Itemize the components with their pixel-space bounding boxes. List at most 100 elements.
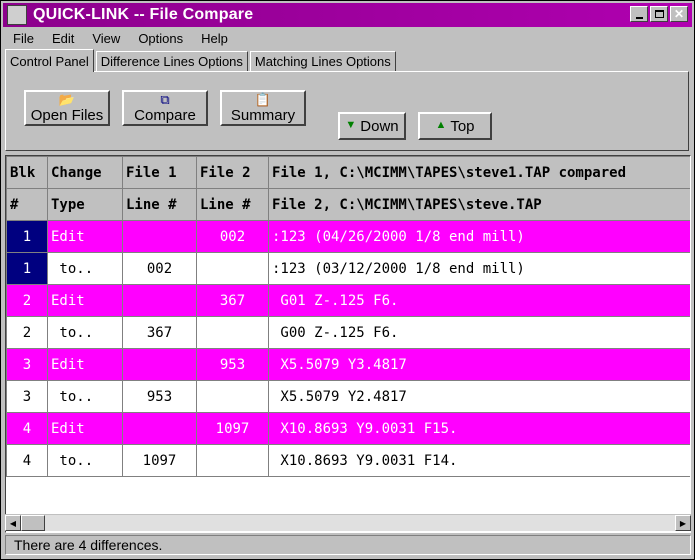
tab-control-panel[interactable]: Control Panel <box>5 49 94 72</box>
folder-icon: 📂 <box>58 91 76 107</box>
header-row-2: # Type Line # Line # File 2, C:\MCIMM\TA… <box>6 188 690 221</box>
header-cell[interactable]: Type <box>47 188 123 221</box>
file2-line-cell[interactable] <box>196 380 269 413</box>
menu-edit[interactable]: Edit <box>42 31 82 46</box>
down-arrow-icon: ▼ <box>345 119 357 131</box>
header-cell[interactable]: File 2 <box>196 156 269 189</box>
compare-icon: ⧉ <box>160 91 170 107</box>
type-cell[interactable]: Edit <box>47 284 123 317</box>
menu-file[interactable]: File <box>3 31 42 46</box>
type-cell[interactable]: to.. <box>47 380 123 413</box>
blk-cell[interactable]: 3 <box>6 380 48 413</box>
summary-button[interactable]: 📋 Summary <box>220 90 306 126</box>
header-cell[interactable]: File 1, C:\MCIMM\TAPES\steve1.TAP compar… <box>268 156 690 189</box>
scroll-thumb[interactable] <box>21 515 45 531</box>
title-bar: QUICK-LINK -- File Compare ✕ <box>3 3 692 27</box>
table-row[interactable]: 1 to.. 002 :123 (03/12/2000 1/8 end mill) <box>6 252 690 285</box>
control-panel: 📂 Open Files ⧉ Compare 📋 Summary ▼ Down … <box>5 71 689 151</box>
header-cell[interactable]: File 1 <box>122 156 197 189</box>
summary-icon: 📋 <box>254 91 272 107</box>
open-files-label: Open Files <box>30 106 104 124</box>
app-icon[interactable] <box>7 5 27 25</box>
down-button[interactable]: ▼ Down <box>338 112 406 140</box>
compare-button[interactable]: ⧉ Compare <box>122 90 208 126</box>
blk-cell[interactable]: 3 <box>6 348 48 381</box>
blk-cell[interactable]: 1 <box>6 252 48 285</box>
type-cell[interactable]: Edit <box>47 412 123 445</box>
status-bar: There are 4 differences. <box>5 535 691 555</box>
blk-cell[interactable]: 2 <box>6 316 48 349</box>
header-cell[interactable]: File 2, C:\MCIMM\TAPES\steve.TAP <box>268 188 690 221</box>
menu-bar: File Edit View Options Help <box>3 28 692 48</box>
compare-grid[interactable]: Blk Change File 1 File 2 File 1, C:\MCIM… <box>5 155 691 533</box>
file2-line-cell[interactable] <box>196 252 269 285</box>
file1-line-cell[interactable]: 1097 <box>122 444 197 477</box>
top-label: Top <box>450 117 475 135</box>
table-row[interactable]: 1 Edit 002:123 (04/26/2000 1/8 end mill) <box>6 220 690 253</box>
type-cell[interactable]: to.. <box>47 252 123 285</box>
file1-line-cell[interactable] <box>122 284 197 317</box>
file1-line-cell[interactable] <box>122 412 197 445</box>
file1-line-cell[interactable]: 002 <box>122 252 197 285</box>
file1-line-cell[interactable]: 953 <box>122 380 197 413</box>
line-text-cell[interactable]: G01 Z-.125 F6. <box>268 284 690 317</box>
maximize-icon <box>654 10 664 18</box>
horizontal-scrollbar[interactable]: ◀ ▶ <box>5 514 691 531</box>
file2-line-cell[interactable] <box>196 316 269 349</box>
header-cell[interactable]: Change <box>47 156 123 189</box>
menu-options[interactable]: Options <box>128 31 191 46</box>
tab-matching-lines-options[interactable]: Matching Lines Options <box>249 51 396 72</box>
file2-line-cell[interactable]: 002 <box>196 220 269 253</box>
type-cell[interactable]: to.. <box>47 444 123 477</box>
file2-line-cell[interactable] <box>196 444 269 477</box>
header-cell[interactable]: Blk <box>6 156 48 189</box>
file1-line-cell[interactable] <box>122 220 197 253</box>
scroll-right-icon[interactable]: ▶ <box>675 515 691 531</box>
line-text-cell[interactable]: :123 (03/12/2000 1/8 end mill) <box>268 252 690 285</box>
file1-line-cell[interactable]: 367 <box>122 316 197 349</box>
menu-help[interactable]: Help <box>191 31 236 46</box>
close-icon: ✕ <box>673 7 685 21</box>
maximize-button[interactable] <box>650 6 668 22</box>
up-arrow-icon: ▲ <box>435 119 447 131</box>
header-row-1: Blk Change File 1 File 2 File 1, C:\MCIM… <box>6 156 690 189</box>
open-files-button[interactable]: 📂 Open Files <box>24 90 110 126</box>
line-text-cell[interactable]: G00 Z-.125 F6. <box>268 316 690 349</box>
line-text-cell[interactable]: :123 (04/26/2000 1/8 end mill) <box>268 220 690 253</box>
header-cell[interactable]: Line # <box>196 188 269 221</box>
table-row[interactable]: 4 to.. 1097 X10.8693 Y9.0031 F14. <box>6 444 690 477</box>
type-cell[interactable]: Edit <box>47 348 123 381</box>
line-text-cell[interactable]: X5.5079 Y3.4817 <box>268 348 690 381</box>
table-row[interactable]: 2 Edit 367 G01 Z-.125 F6. <box>6 284 690 317</box>
type-cell[interactable]: to.. <box>47 316 123 349</box>
blk-cell[interactable]: 2 <box>6 284 48 317</box>
close-button[interactable]: ✕ <box>670 6 688 22</box>
blk-cell[interactable]: 4 <box>6 444 48 477</box>
line-text-cell[interactable]: X5.5079 Y2.4817 <box>268 380 690 413</box>
minimize-icon <box>635 16 643 19</box>
blk-cell[interactable]: 4 <box>6 412 48 445</box>
file2-line-cell[interactable]: 1097 <box>196 412 269 445</box>
minimize-button[interactable] <box>630 6 648 22</box>
line-text-cell[interactable]: X10.8693 Y9.0031 F15. <box>268 412 690 445</box>
main-window: QUICK-LINK -- File Compare ✕ File Edit V… <box>0 0 695 560</box>
file1-line-cell[interactable] <box>122 348 197 381</box>
blk-cell[interactable]: 1 <box>6 220 48 253</box>
menu-view[interactable]: View <box>82 31 128 46</box>
header-cell[interactable]: # <box>6 188 48 221</box>
file2-line-cell[interactable]: 953 <box>196 348 269 381</box>
scroll-left-icon[interactable]: ◀ <box>5 515 21 531</box>
table-row[interactable]: 4 Edit 1097 X10.8693 Y9.0031 F15. <box>6 412 690 445</box>
tab-difference-lines-options[interactable]: Difference Lines Options <box>95 51 248 72</box>
line-text-cell[interactable]: X10.8693 Y9.0031 F14. <box>268 444 690 477</box>
file2-line-cell[interactable]: 367 <box>196 284 269 317</box>
table-row[interactable]: 2 to.. 367 G00 Z-.125 F6. <box>6 316 690 349</box>
type-cell[interactable]: Edit <box>47 220 123 253</box>
top-button[interactable]: ▲ Top <box>418 112 492 140</box>
table-row[interactable]: 3 to.. 953 X5.5079 Y2.4817 <box>6 380 690 413</box>
table-row[interactable]: 3 Edit 953 X5.5079 Y3.4817 <box>6 348 690 381</box>
compare-label: Compare <box>134 106 196 124</box>
header-cell[interactable]: Line # <box>122 188 197 221</box>
down-label: Down <box>360 117 399 135</box>
window-title: QUICK-LINK -- File Compare <box>33 6 254 23</box>
